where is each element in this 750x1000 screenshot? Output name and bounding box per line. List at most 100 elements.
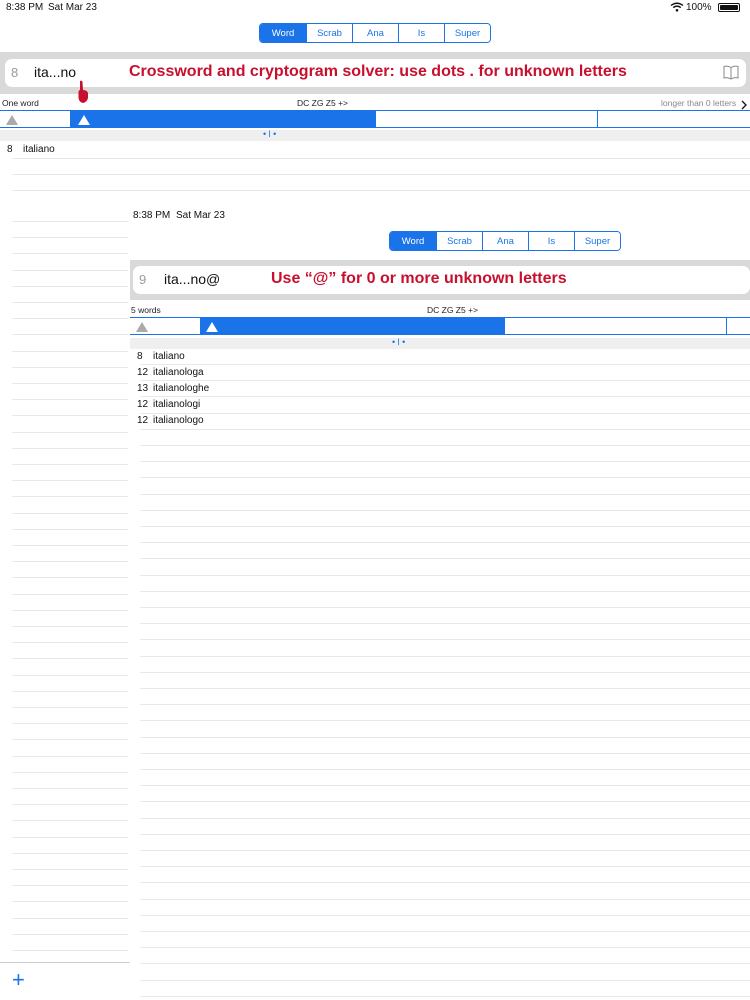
list-separator — [12, 950, 128, 951]
list-separator — [140, 574, 750, 576]
pointer-hand-icon — [76, 80, 90, 109]
inset-result-summary: 5 words — [131, 305, 161, 315]
list-separator — [12, 804, 128, 806]
list-separator — [140, 995, 750, 997]
search-input[interactable]: 8 ita...no Crossword and cryptogram solv… — [5, 59, 746, 87]
list-separator — [12, 788, 128, 789]
add-icon[interactable]: + — [12, 969, 25, 991]
search-query: ita...no — [34, 64, 77, 80]
list-separator — [12, 885, 128, 887]
list-separator — [140, 931, 750, 932]
list-separator — [140, 461, 750, 463]
inset-range-handle-icon[interactable] — [206, 322, 218, 332]
list-item[interactable]: 8 italiano — [7, 142, 55, 158]
list-separator — [12, 415, 128, 417]
list-separator — [140, 364, 750, 365]
tab-ana[interactable]: Ana — [352, 24, 398, 42]
inset-pager-dots: • l • — [392, 337, 406, 347]
list-separator — [12, 285, 128, 287]
list-separator — [12, 642, 128, 644]
list-separator — [140, 607, 750, 608]
inset-tab-ana[interactable]: Ana — [482, 232, 528, 250]
list-separator — [140, 623, 750, 625]
range-handle-icon[interactable] — [78, 115, 90, 125]
list-separator — [12, 350, 128, 352]
list-separator — [140, 526, 750, 527]
table-row[interactable]: 12 italianologi — [137, 397, 200, 413]
list-separator — [140, 671, 750, 673]
word-length: 12 — [137, 399, 149, 410]
word-text: italiano — [153, 351, 185, 362]
list-separator — [12, 739, 128, 741]
list-separator — [12, 269, 128, 271]
list-separator — [12, 496, 128, 498]
table-row[interactable]: 13 italianologhe — [137, 381, 209, 397]
list-separator — [140, 914, 750, 916]
list-separator — [140, 542, 750, 544]
word-text: italianologa — [153, 367, 204, 378]
inset-search-input[interactable]: 9 ita...no@ Use “@” for 0 or more unknow… — [133, 266, 750, 294]
list-separator — [140, 898, 750, 900]
list-separator — [140, 412, 750, 414]
table-row[interactable]: 12 italianologo — [137, 413, 204, 429]
list-separator — [140, 866, 750, 868]
list-separator — [12, 820, 128, 822]
word-text: italianologo — [153, 415, 204, 426]
tab-word[interactable]: Word — [260, 24, 306, 42]
min-handle-icon[interactable] — [6, 115, 18, 125]
list-separator — [12, 609, 128, 611]
inset-min-handle-icon[interactable] — [136, 322, 148, 332]
inset-tab-scrab[interactable]: Scrab — [436, 232, 482, 250]
list-separator — [140, 752, 750, 754]
tab-is[interactable]: Is — [398, 24, 444, 42]
annotation-at-sign: Use “@” for 0 or more unknown letters — [271, 270, 567, 287]
book-icon[interactable] — [723, 65, 739, 85]
list-separator — [12, 707, 128, 708]
tab-scrab[interactable]: Scrab — [306, 24, 352, 42]
list-separator — [12, 237, 128, 239]
list-separator — [12, 158, 750, 159]
list-separator — [12, 383, 128, 384]
list-separator — [140, 493, 750, 495]
tab-super[interactable]: Super — [444, 24, 490, 42]
list-separator — [12, 755, 128, 757]
annotation-dots: Crossword and cryptogram solver: use dot… — [129, 63, 627, 80]
table-row[interactable]: 8 italiano — [137, 349, 185, 365]
inset-tab-super[interactable]: Super — [574, 232, 620, 250]
list-separator — [12, 174, 750, 176]
list-separator — [12, 626, 128, 627]
length-slider[interactable] — [0, 110, 750, 128]
list-separator — [12, 690, 128, 692]
inset-tab-is[interactable]: Is — [528, 232, 574, 250]
list-separator — [12, 318, 128, 320]
slider-tick — [597, 111, 598, 127]
table-row[interactable]: 12 italianologa — [137, 365, 204, 381]
dictionary-selector[interactable]: DC ZG Z5 +> — [297, 98, 348, 108]
list-separator — [140, 720, 750, 722]
word-text: italiano — [23, 144, 55, 155]
length-filter[interactable]: longer than 0 letters — [661, 98, 736, 108]
list-separator — [12, 577, 128, 579]
word-length: 13 — [137, 383, 149, 394]
slider-range — [70, 111, 376, 127]
list-separator — [140, 688, 750, 689]
list-separator — [140, 817, 750, 819]
word-text: italianologhe — [153, 383, 210, 394]
inset-tab-word[interactable]: Word — [390, 232, 436, 250]
list-separator — [12, 366, 128, 368]
list-separator — [140, 704, 750, 706]
list-separator — [12, 658, 128, 660]
inset-status-date: Sat Mar 23 — [176, 210, 225, 221]
inset-search-bar: 9 ita...no@ Use “@” for 0 or more unknow… — [130, 260, 750, 300]
list-separator — [12, 545, 128, 546]
list-separator — [12, 771, 128, 773]
list-separator — [140, 590, 750, 592]
list-separator — [140, 785, 750, 787]
word-text: italianologi — [153, 399, 201, 410]
inset-search-letter-count: 9 — [139, 272, 147, 287]
inset-length-slider[interactable] — [130, 317, 750, 335]
list-separator — [12, 933, 128, 935]
list-separator — [12, 528, 128, 530]
list-separator — [140, 558, 750, 560]
inset-dictionary-selector[interactable]: DC ZG Z5 +> — [427, 305, 478, 315]
